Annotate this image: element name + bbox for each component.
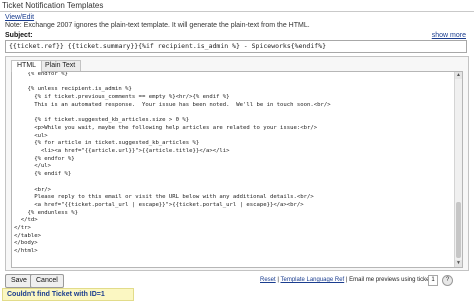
scroll-down-arrow-icon[interactable]: ▼: [455, 260, 462, 267]
show-more-link[interactable]: show more: [432, 32, 466, 39]
html-template-editor[interactable]: {% endfor %} {% unless recipient.is_admi…: [11, 71, 463, 268]
view-edit-link[interactable]: View/Edit: [5, 14, 34, 21]
scroll-up-arrow-icon[interactable]: ▲: [455, 72, 462, 79]
preview-label: Email me previews using ticket #: [349, 277, 437, 283]
title-divider: [0, 11, 474, 12]
editor-scrollbar[interactable]: ▲ ▼: [454, 72, 462, 267]
template-code[interactable]: {% endfor %} {% unless recipient.is_admi…: [14, 72, 331, 256]
preview-footer: Reset | Template Language Ref | Email me…: [260, 277, 436, 283]
scroll-thumb[interactable]: [456, 202, 461, 258]
footer-separator: |: [277, 277, 279, 283]
footer-separator: |: [345, 277, 348, 283]
subject-input[interactable]: {{ticket.ref}} {{ticket.summary}}{%if re…: [5, 40, 467, 53]
reset-link[interactable]: Reset: [260, 277, 276, 283]
exchange-note: Note: Exchange 2007 ignores the plain-te…: [5, 22, 310, 29]
preview-ticket-number-input[interactable]: 1: [428, 275, 438, 286]
tab-plain-text[interactable]: Plain Text: [39, 60, 82, 71]
page-title: Ticket Notification Templates: [2, 1, 104, 10]
save-button[interactable]: Save: [5, 274, 33, 288]
tab-html[interactable]: HTML: [11, 60, 43, 72]
help-icon[interactable]: ?: [442, 275, 453, 286]
cancel-button[interactable]: Cancel: [30, 274, 64, 288]
error-message: Couldn't find Ticket with ID=1: [2, 288, 134, 301]
template-language-ref-link[interactable]: Template Language Ref: [280, 277, 344, 283]
template-tabs-panel: HTML Plain Text {% endfor %} {% unless r…: [5, 56, 469, 271]
subject-label: Subject:: [5, 32, 33, 39]
